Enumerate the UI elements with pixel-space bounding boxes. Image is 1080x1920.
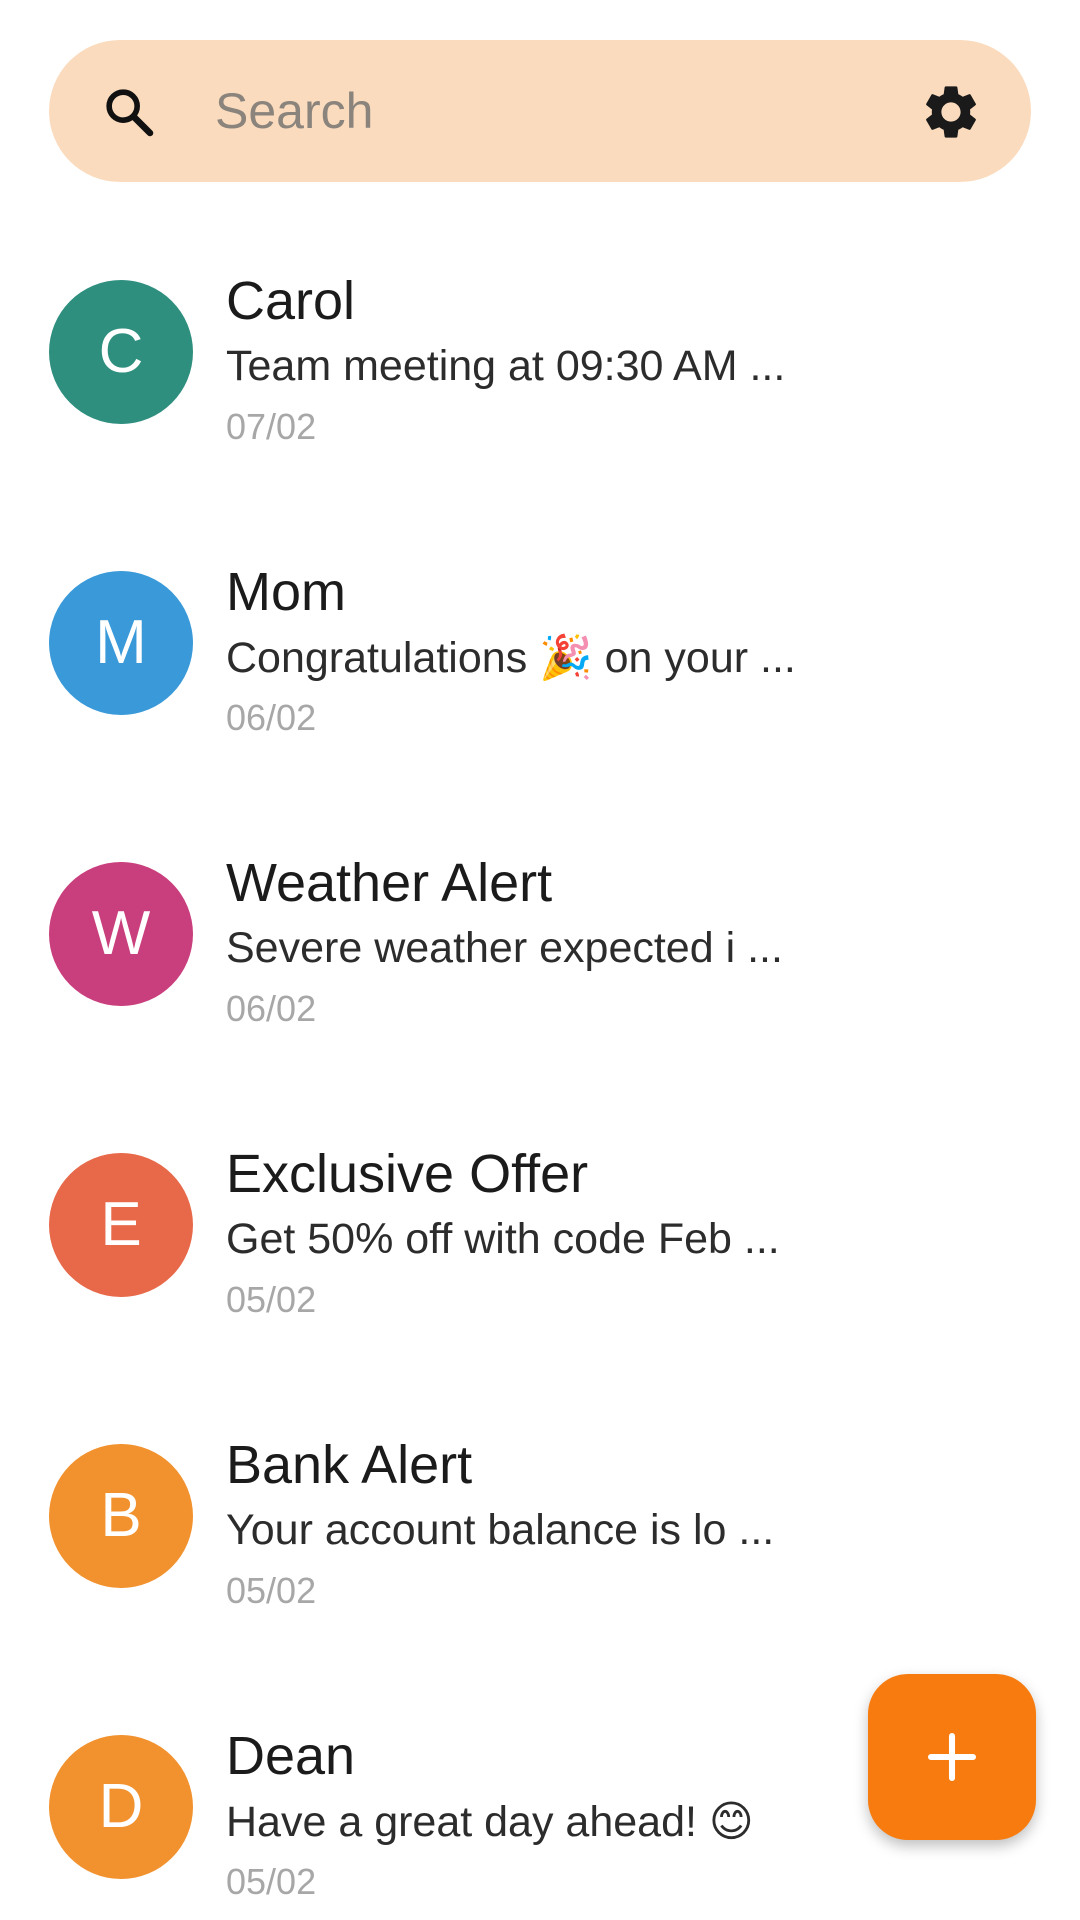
message-preview: Severe weather expected i ... [226,924,783,972]
message-preview: Team meeting at 09:30 AM ... [226,342,786,390]
search-input[interactable] [215,68,915,154]
avatar: M [49,571,193,715]
avatar: D [49,1735,193,1879]
conversation-row[interactable]: C Carol Team meeting at 09:30 AM ... 07/… [0,260,1080,551]
plus-icon [927,1732,977,1782]
message-date: 06/02 [226,988,317,1029]
search-bar[interactable] [49,40,1031,182]
contact-name: Mom [226,562,346,622]
contact-name: Dean [226,1726,356,1786]
avatar: C [49,280,193,424]
conversation-list: C Carol Team meeting at 09:30 AM ... 07/… [0,260,1080,1920]
message-preview: Your account balance is lo ... [226,1506,775,1554]
message-preview: Have a great day ahead! 😊 [226,1798,754,1846]
gear-icon[interactable] [919,80,983,144]
message-date: 06/02 [226,697,317,738]
contact-name: Carol [226,271,356,331]
conversation-row[interactable]: E Exclusive Offer Get 50% off with code … [0,1133,1080,1424]
messages-screen: C Carol Team meeting at 09:30 AM ... 07/… [0,0,1080,1920]
message-preview: Congratulations 🎉 on your ... [226,634,796,682]
avatar: W [49,862,193,1006]
avatar: E [49,1153,193,1297]
message-date: 05/02 [226,1279,317,1320]
conversation-row[interactable]: B Bank Alert Your account balance is lo … [0,1424,1080,1715]
search-icon [106,89,154,137]
contact-name: Weather Alert [226,853,553,913]
message-preview: Get 50% off with code Feb ... [226,1215,780,1263]
message-date: 05/02 [226,1861,317,1902]
conversation-row[interactable]: W Weather Alert Severe weather expected … [0,842,1080,1133]
avatar: B [49,1444,193,1588]
message-date: 05/02 [226,1570,317,1611]
message-date: 07/02 [226,406,317,447]
conversation-row[interactable]: M Mom Congratulations 🎉 on your ... 06/0… [0,551,1080,842]
new-message-button[interactable] [868,1674,1036,1840]
contact-name: Exclusive Offer [226,1144,589,1204]
contact-name: Bank Alert [226,1435,473,1495]
